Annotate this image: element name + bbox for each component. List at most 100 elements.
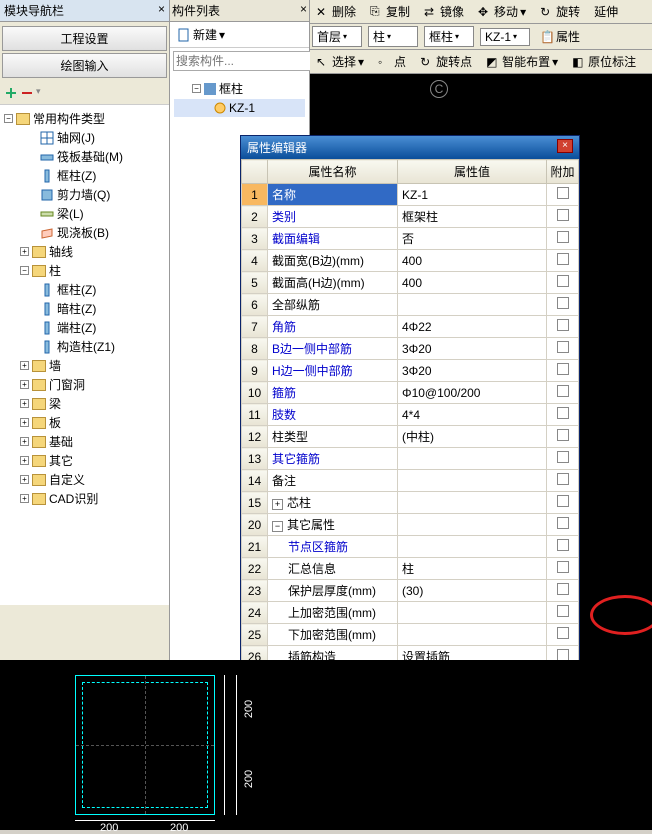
category-combo[interactable]: 柱 xyxy=(368,26,418,47)
row-value[interactable]: Φ10@100/200 xyxy=(398,382,547,404)
prop-link[interactable]: 肢数 xyxy=(272,408,296,422)
plus-icon[interactable]: + xyxy=(20,380,29,389)
checkbox-icon[interactable] xyxy=(557,253,569,265)
smart-layout-button[interactable]: ◩智能布置 ▾ xyxy=(482,52,562,71)
prop-row-3[interactable]: 3截面编辑否 xyxy=(242,228,579,250)
row-name[interactable]: 名称 xyxy=(268,184,398,206)
row-value[interactable]: 否 xyxy=(398,228,547,250)
row-value[interactable]: (中柱) xyxy=(398,426,547,448)
row-value[interactable] xyxy=(398,448,547,470)
row-name[interactable]: B边一侧中部筋 xyxy=(268,338,398,360)
checkbox-icon[interactable] xyxy=(557,209,569,221)
tree-group-axis[interactable]: +轴线 xyxy=(2,242,167,261)
draw-input-button[interactable]: 绘图输入 xyxy=(2,53,167,78)
row-checkbox-cell[interactable] xyxy=(547,206,579,228)
checkbox-icon[interactable] xyxy=(557,231,569,243)
tree-group-column[interactable]: −柱 xyxy=(2,261,167,280)
prop-row-13[interactable]: 13其它箍筋 xyxy=(242,448,579,470)
rotate-pt-button[interactable]: ↻旋转点 xyxy=(416,52,476,71)
row-value[interactable] xyxy=(398,624,547,646)
row-checkbox-cell[interactable] xyxy=(547,470,579,492)
prop-row-22[interactable]: 22汇总信息柱 xyxy=(242,558,579,580)
row-checkbox-cell[interactable] xyxy=(547,382,579,404)
plus-icon[interactable]: + xyxy=(20,361,29,370)
tree-group-foundation[interactable]: +基础 xyxy=(2,432,167,451)
row-name[interactable]: 截面宽(B边)(mm) xyxy=(268,250,398,272)
row-value[interactable]: 400 xyxy=(398,272,547,294)
row-name[interactable]: 备注 xyxy=(268,470,398,492)
row-value[interactable]: 400 xyxy=(398,250,547,272)
row-name[interactable]: 截面编辑 xyxy=(268,228,398,250)
prop-row-11[interactable]: 11肢数4*4 xyxy=(242,404,579,426)
row-value[interactable]: 3Φ20 xyxy=(398,338,547,360)
prop-row-5[interactable]: 5截面高(H边)(mm)400 xyxy=(242,272,579,294)
row-name[interactable]: 截面高(H边)(mm) xyxy=(268,272,398,294)
prop-link[interactable]: 箍筋 xyxy=(272,386,296,400)
checkbox-icon[interactable] xyxy=(557,187,569,199)
mirror-button[interactable]: ⇄镜像 xyxy=(420,2,468,21)
tree-item-shearwall[interactable]: 剪力墙(Q) xyxy=(2,185,167,204)
row-value[interactable] xyxy=(398,536,547,558)
tree-group-beam[interactable]: +梁 xyxy=(2,394,167,413)
floor-combo[interactable]: 首层 xyxy=(312,26,362,47)
row-checkbox-cell[interactable] xyxy=(547,316,579,338)
checkbox-icon[interactable] xyxy=(557,275,569,287)
plus-icon[interactable]: + xyxy=(20,475,29,484)
dialog-titlebar[interactable]: 属性编辑器 × xyxy=(241,136,579,159)
row-name[interactable]: 节点区箍筋 xyxy=(268,536,398,558)
list-node-framecol[interactable]: −框柱 xyxy=(174,78,305,99)
checkbox-icon[interactable] xyxy=(557,429,569,441)
row-value[interactable] xyxy=(398,294,547,316)
row-value[interactable]: 3Φ20 xyxy=(398,360,547,382)
prop-row-14[interactable]: 14备注 xyxy=(242,470,579,492)
row-name[interactable]: +芯柱 xyxy=(268,492,398,514)
tree-col-framecol[interactable]: 框柱(Z) xyxy=(2,280,167,299)
tree-group-slab[interactable]: +板 xyxy=(2,413,167,432)
row-name[interactable]: 上加密范围(mm) xyxy=(268,602,398,624)
prop-row-10[interactable]: 10箍筋Φ10@100/200 xyxy=(242,382,579,404)
row-name[interactable]: 类别 xyxy=(268,206,398,228)
expand-icon[interactable]: − xyxy=(272,521,283,532)
cad-canvas-top[interactable]: C xyxy=(310,74,652,122)
checkbox-icon[interactable] xyxy=(557,583,569,595)
checkbox-icon[interactable] xyxy=(557,473,569,485)
instance-combo[interactable]: KZ-1 xyxy=(480,28,530,46)
tree-col-hidden[interactable]: 暗柱(Z) xyxy=(2,299,167,318)
checkbox-icon[interactable] xyxy=(557,319,569,331)
point-button[interactable]: ◦点 xyxy=(374,52,410,71)
checkbox-icon[interactable] xyxy=(557,341,569,353)
prop-row-7[interactable]: 7角筋4Φ22 xyxy=(242,316,579,338)
row-value[interactable]: 4*4 xyxy=(398,404,547,426)
row-value[interactable]: 柱 xyxy=(398,558,547,580)
prop-row-23[interactable]: 23保护层厚度(mm)(30) xyxy=(242,580,579,602)
plus-icon[interactable]: + xyxy=(20,247,29,256)
row-checkbox-cell[interactable] xyxy=(547,558,579,580)
prop-row-8[interactable]: 8B边一侧中部筋3Φ20 xyxy=(242,338,579,360)
checkbox-icon[interactable] xyxy=(557,605,569,617)
row-name[interactable]: 汇总信息 xyxy=(268,558,398,580)
row-checkbox-cell[interactable] xyxy=(547,602,579,624)
close-button[interactable]: × xyxy=(557,139,573,153)
checkbox-icon[interactable] xyxy=(557,451,569,463)
plus-icon[interactable]: + xyxy=(20,456,29,465)
prop-link[interactable]: B边一侧中部筋 xyxy=(272,342,352,356)
row-name[interactable]: −其它属性 xyxy=(268,514,398,536)
checkbox-icon[interactable] xyxy=(557,297,569,309)
row-checkbox-cell[interactable] xyxy=(547,294,579,316)
row-value[interactable] xyxy=(398,470,547,492)
copy-button[interactable]: ⎘复制 xyxy=(366,2,414,21)
move-button[interactable]: ✥移动 ▾ xyxy=(474,2,530,21)
row-checkbox-cell[interactable] xyxy=(547,624,579,646)
row-name[interactable]: H边一侧中部筋 xyxy=(268,360,398,382)
section-preview[interactable]: 200 200 200 200 xyxy=(0,660,641,830)
extend-button[interactable]: 延伸 xyxy=(590,2,622,21)
tree-group-custom[interactable]: +自定义 xyxy=(2,470,167,489)
tree-root[interactable]: −常用构件类型 xyxy=(2,109,167,128)
tree-group-wall[interactable]: +墙 xyxy=(2,356,167,375)
row-checkbox-cell[interactable] xyxy=(547,228,579,250)
new-button[interactable]: 新建 ▾ xyxy=(173,25,229,44)
tree-item-axis[interactable]: 轴网(J) xyxy=(2,128,167,147)
origin-label-button[interactable]: ◧原位标注 xyxy=(568,52,640,71)
prop-row-15[interactable]: 15+芯柱 xyxy=(242,492,579,514)
th-add[interactable]: 附加 xyxy=(547,160,579,184)
